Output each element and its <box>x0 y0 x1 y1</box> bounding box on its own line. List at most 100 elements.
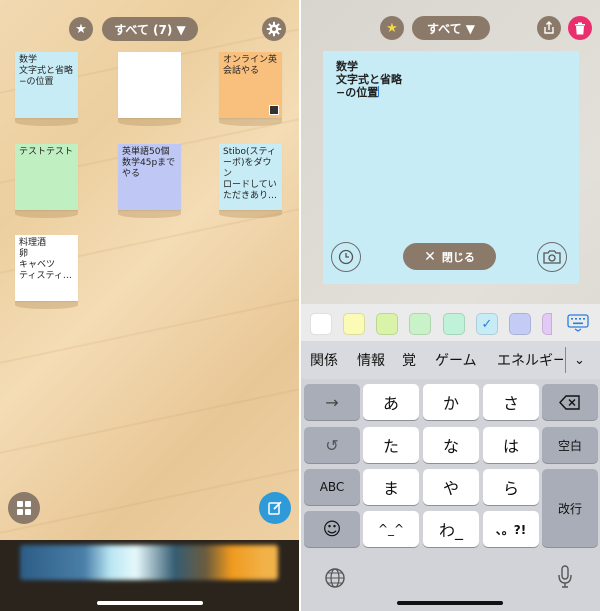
star-icon: ★ <box>75 21 87 37</box>
grid-icon <box>17 501 31 515</box>
favorite-star-button[interactable]: ★ <box>380 16 404 40</box>
key-ka[interactable]: か <box>423 384 479 420</box>
key-wa[interactable]: わ_ <box>423 511 479 547</box>
suggestion-item[interactable]: 情報 <box>357 350 385 370</box>
space-key[interactable]: 空白 <box>542 427 598 463</box>
clock-icon <box>338 249 354 265</box>
compose-icon <box>268 501 282 515</box>
color-swatch-lightblue[interactable]: ✓ <box>476 313 498 335</box>
note-shadow <box>118 210 181 218</box>
new-note-button[interactable] <box>259 492 291 524</box>
color-swatch-green[interactable] <box>409 313 431 335</box>
note-shadow <box>15 118 78 126</box>
note-card[interactable]: 料理酒 卵 キャベツ ティスティ… <box>15 235 78 301</box>
emoji-key[interactable]: ☺ <box>304 511 360 547</box>
home-indicator <box>397 601 503 605</box>
undo-key[interactable]: ↺ <box>304 427 360 463</box>
share-icon <box>544 21 554 34</box>
key-label: 、。?! <box>495 522 527 537</box>
keyboard-toggle-button[interactable] <box>567 314 589 332</box>
camera-button[interactable] <box>537 242 567 272</box>
ad-image <box>20 545 278 580</box>
key-label: 空白 <box>557 438 582 453</box>
key-na[interactable]: な <box>423 427 479 463</box>
note-edit-screen: ★ すべて ▼ 数学 文字式と省略 −の位置 ✕ 閉じる ✓ 関係 情報 覚 ゲ… <box>301 0 600 611</box>
suggestion-item[interactable]: ゲーム <box>435 350 477 370</box>
key-ra[interactable]: ら <box>483 469 539 505</box>
keyboard-icon <box>567 314 589 332</box>
key-label: な <box>442 437 459 456</box>
trash-icon <box>575 22 585 34</box>
abc-key[interactable]: ABC <box>304 469 360 505</box>
key-label: ABC <box>319 480 345 494</box>
key-sa[interactable]: さ <box>483 384 539 420</box>
note-shadow <box>15 210 78 218</box>
note-shadow <box>15 301 78 309</box>
note-card[interactable]: 数学 文字式と省略 −の位置 <box>15 52 78 118</box>
note-text: 数学 文字式と省略 −の位置 <box>19 55 74 87</box>
gear-icon <box>266 21 282 37</box>
key-ya[interactable]: や <box>423 469 479 505</box>
settings-button[interactable] <box>262 17 286 41</box>
suggestion-item[interactable]: エネルギー <box>497 350 563 370</box>
filter-dropdown[interactable]: すべて ▼ <box>412 16 490 40</box>
key-kaomoji[interactable]: ^_^ <box>363 511 419 547</box>
close-icon: ✕ <box>424 248 436 265</box>
home-indicator <box>97 601 203 605</box>
key-ma[interactable]: ま <box>363 469 419 505</box>
key-a[interactable]: あ <box>363 384 419 420</box>
star-icon: ★ <box>386 20 398 36</box>
color-swatch-lime[interactable] <box>376 313 398 335</box>
key-label: ↺ <box>325 435 339 455</box>
grid-view-button[interactable] <box>8 492 40 524</box>
key-label: や <box>442 479 459 498</box>
backspace-key[interactable] <box>542 384 598 420</box>
color-swatch-yellow[interactable] <box>343 313 365 335</box>
color-palette: ✓ <box>301 304 600 341</box>
key-label: 改行 <box>557 501 582 516</box>
dictation-button[interactable] <box>557 565 573 589</box>
key-ta[interactable]: た <box>363 427 419 463</box>
color-swatch-white[interactable] <box>310 313 332 335</box>
note-content: 数学 文字式と省略 −の位置 <box>336 60 402 99</box>
filter-dropdown[interactable]: すべて (7) ▼ <box>102 17 198 41</box>
cursor-arrow-key[interactable]: → <box>304 384 360 420</box>
delete-button[interactable] <box>568 16 592 40</box>
favorites-star-button[interactable]: ★ <box>69 17 93 41</box>
color-swatch-periwinkle[interactable] <box>509 313 531 335</box>
key-punctuation[interactable]: 、。?! <box>483 511 539 547</box>
suggestion-bar: 関係 情報 覚 ゲーム エネルギー ⌄ <box>301 341 600 379</box>
share-button[interactable] <box>537 16 561 40</box>
filter-label: すべて ▼ <box>426 21 476 36</box>
note-card[interactable]: 英単語50個 数学45pまで やる <box>118 144 181 210</box>
color-swatch-lavender[interactable] <box>542 313 552 335</box>
globe-button[interactable] <box>324 567 346 589</box>
chevron-down-icon[interactable]: ⌄ <box>574 353 585 368</box>
globe-icon <box>325 568 345 588</box>
note-card[interactable]: テストテスト <box>15 144 78 210</box>
suggestion-divider <box>565 347 566 373</box>
key-label: あ <box>382 394 399 413</box>
checkmark-icon: ✓ <box>481 316 493 332</box>
attachment-thumbnail-icon <box>269 105 279 115</box>
key-label: ら <box>502 479 519 498</box>
close-button[interactable]: ✕ 閉じる <box>403 243 496 270</box>
note-shadow <box>219 210 282 218</box>
note-editor-text[interactable]: 数学 文字式と省略 −の位置 <box>336 60 402 99</box>
japanese-keyboard: 関係 情報 覚 ゲーム エネルギー ⌄ → あ か さ ↺ た な は 空白 A… <box>301 341 600 611</box>
suggestion-item[interactable]: 関係 <box>310 350 338 370</box>
suggestion-item[interactable]: 覚 <box>402 350 416 370</box>
note-card[interactable] <box>118 52 181 118</box>
key-ha[interactable]: は <box>483 427 539 463</box>
color-swatch-mint[interactable] <box>443 313 465 335</box>
note-text: 料理酒 卵 キャベツ ティスティ… <box>19 238 72 281</box>
return-key[interactable]: 改行 <box>542 469 598 547</box>
close-label: 閉じる <box>441 250 475 264</box>
reminder-button[interactable] <box>331 242 361 272</box>
backspace-icon <box>559 394 580 410</box>
key-label: ^_^ <box>377 522 405 536</box>
key-label: ま <box>382 479 399 498</box>
note-card[interactable]: Stibo(スティ ーボ)をダウン ロードしてい ただきあり… <box>219 144 282 210</box>
note-card[interactable]: オンライン英 会話やる <box>219 52 282 118</box>
key-label: か <box>442 394 459 413</box>
